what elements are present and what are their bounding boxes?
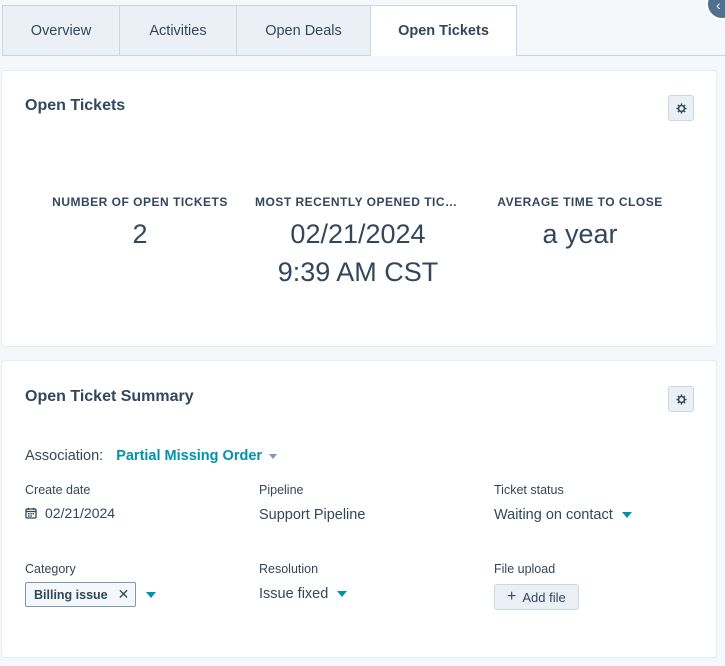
gear-icon [675,393,687,405]
caret-down-icon [337,591,348,597]
association-row: Association: Partial Missing Order [25,448,278,464]
pipeline-field: Pipeline Support Pipeline [259,483,365,523]
stat-value: 2 [132,219,148,249]
resolution-text: Issue fixed [259,586,329,602]
calendar-icon [25,507,37,519]
field-label: Category [25,562,76,576]
card-settings-button[interactable] [668,386,694,412]
stat-label: NUMBER OF OPEN TICKETS [52,195,228,209]
create-date-text: 02/21/2024 [45,505,116,521]
category-field: Category Billing issue ✕ [25,562,157,607]
field-label: Pipeline [259,483,304,497]
tab-activities[interactable]: Activities [119,5,237,55]
stat-average-time-to-close: AVERAGE TIME TO CLOSE a year [495,195,665,253]
plus-icon: + [507,588,517,605]
remove-tag-icon[interactable]: ✕ [118,586,130,603]
create-date-value[interactable]: 02/21/2024 [25,505,115,521]
create-date-field: Create date 02/21/2024 [25,483,115,521]
tab-bar: Overview Activities Open Deals Open Tick… [2,5,725,56]
caret-down-icon [621,512,632,518]
open-ticket-summary-card: Open Ticket Summary Association: Partial… [2,361,716,657]
ticket-status-dropdown[interactable]: Waiting on contact [494,507,632,523]
pipeline-value[interactable]: Support Pipeline [259,507,365,523]
tab-open-tickets[interactable]: Open Tickets [370,5,517,56]
association-dropdown[interactable]: Partial Missing Order [116,448,262,464]
caret-down-icon[interactable] [269,453,278,459]
stat-number-of-open-tickets: NUMBER OF OPEN TICKETS 2 [50,195,230,253]
card-title: Open Ticket Summary [25,388,194,405]
stat-most-recently-opened: MOST RECENTLY OPENED TICK... 02/21/2024 … [255,195,461,291]
field-label: File upload [494,562,556,576]
ticket-status-field: Ticket status Waiting on contact [494,483,632,523]
ticket-status-text: Waiting on contact [494,507,613,523]
card-settings-button[interactable] [668,95,694,121]
stat-value: a year [542,219,618,249]
category-tag: Billing issue ✕ [25,582,137,607]
stat-value-date: 02/21/2024 [290,219,426,249]
gear-icon [675,102,687,114]
field-label: Resolution [259,562,319,576]
add-file-button[interactable]: + Add file [494,584,579,610]
file-upload-field: File upload + Add file [494,562,579,610]
field-label: Create date [25,483,91,497]
field-label: Ticket status [494,483,564,497]
resolution-dropdown[interactable]: Issue fixed [259,586,348,602]
card-title: Open Tickets [25,97,126,114]
tab-open-deals[interactable]: Open Deals [236,5,371,55]
chevron-left-icon: ‹ [716,0,721,13]
stat-label: MOST RECENTLY OPENED TICK... [255,195,461,209]
add-file-label: Add file [522,589,566,605]
tab-overview[interactable]: Overview [2,5,120,55]
category-value: Billing issue ✕ [25,582,157,607]
open-tickets-card: Open Tickets NUMBER OF OPEN TICKETS 2 MO… [2,71,716,346]
category-dropdown-caret-icon[interactable] [146,591,157,598]
association-label: Association: [25,448,104,464]
resolution-field: Resolution Issue fixed [259,562,348,602]
stat-value-time: 9:39 AM CST [277,257,439,287]
stat-label: AVERAGE TIME TO CLOSE [497,195,663,209]
category-tag-label: Billing issue [34,587,108,602]
